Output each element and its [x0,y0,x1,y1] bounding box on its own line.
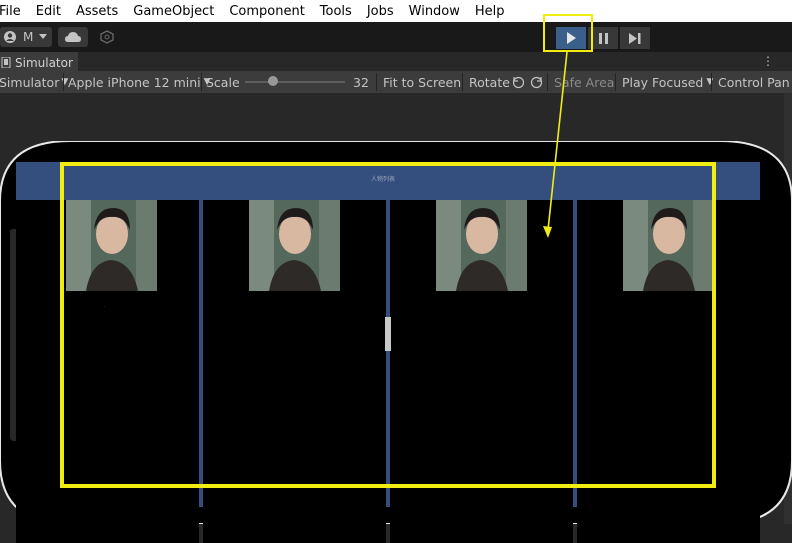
menu-assets[interactable]: Assets [76,4,118,19]
device-icon [1,57,11,68]
menu-tools[interactable]: Tools [320,4,352,19]
menu-component[interactable]: Component [229,4,304,19]
play-focused-label: Play Focused [622,74,704,90]
chevron-down-icon: ▼ [706,77,714,87]
tab-simulator[interactable]: Simulator [0,52,78,73]
scale-slider[interactable] [245,71,345,93]
control-panel-button[interactable]: Control Pan [718,71,790,93]
menu-file[interactable]: File [0,4,21,19]
divider [201,73,202,91]
divider [711,73,712,91]
menu-help[interactable]: Help [475,4,505,19]
rotate-left-icon[interactable] [512,71,525,93]
scale-slider-thumb[interactable] [268,76,278,86]
step-button[interactable] [620,27,650,49]
scale-value: 32 [353,74,369,90]
divider [63,73,64,91]
menu-gameobject[interactable]: GameObject [133,4,214,19]
menu-window[interactable]: Window [409,4,460,19]
menu-jobs[interactable]: Jobs [367,4,394,19]
fit-to-screen-button[interactable]: Fit to Screen [383,71,461,93]
rotate-left-glyph [512,76,525,88]
divider [547,73,548,91]
divider [376,73,377,91]
chevron-down-icon [39,34,48,39]
cloud-icon [65,32,81,42]
account-dropdown[interactable]: M [0,27,52,47]
scale-slider-track [245,76,345,86]
divider [462,73,463,91]
simulator-toolbar: Simulator ▼ Apple iPhone 12 mini ▼ Scale… [0,71,792,93]
divider [615,73,616,91]
menu-edit[interactable]: Edit [36,4,61,19]
collab-button[interactable] [94,27,120,47]
collab-icon [100,30,114,44]
scale-label: Scale [206,74,240,90]
rotate-label: Rotate [469,74,510,90]
account-label: M [23,30,34,44]
more-options-icon[interactable]: ⋮ [762,54,774,68]
pause-icon [598,32,608,44]
simulator-mode-label: Simulator [0,74,60,90]
tab-label: Simulator [15,55,73,70]
rotate-right-glyph [530,76,543,88]
main-toolbar: M [0,22,792,52]
device-label: Apple iPhone 12 mini [68,74,201,90]
highlight-box-screen [60,162,716,488]
step-icon [629,32,641,44]
simulator-mode-dropdown[interactable]: Simulator ▼ [0,71,68,93]
device-dropdown[interactable]: Apple iPhone 12 mini ▼ [68,71,211,93]
tab-row: Simulator ⋮ [0,52,792,73]
menu-bar: File Edit Assets GameObject Component To… [0,0,792,22]
safe-area-toggle[interactable]: Safe Area [554,71,614,93]
highlight-box-play [543,14,593,52]
rotate-right-icon[interactable] [530,71,543,93]
cloud-button[interactable] [58,27,88,47]
play-focused-dropdown[interactable]: Play Focused ▼ [622,71,713,93]
account-icon [4,31,16,43]
